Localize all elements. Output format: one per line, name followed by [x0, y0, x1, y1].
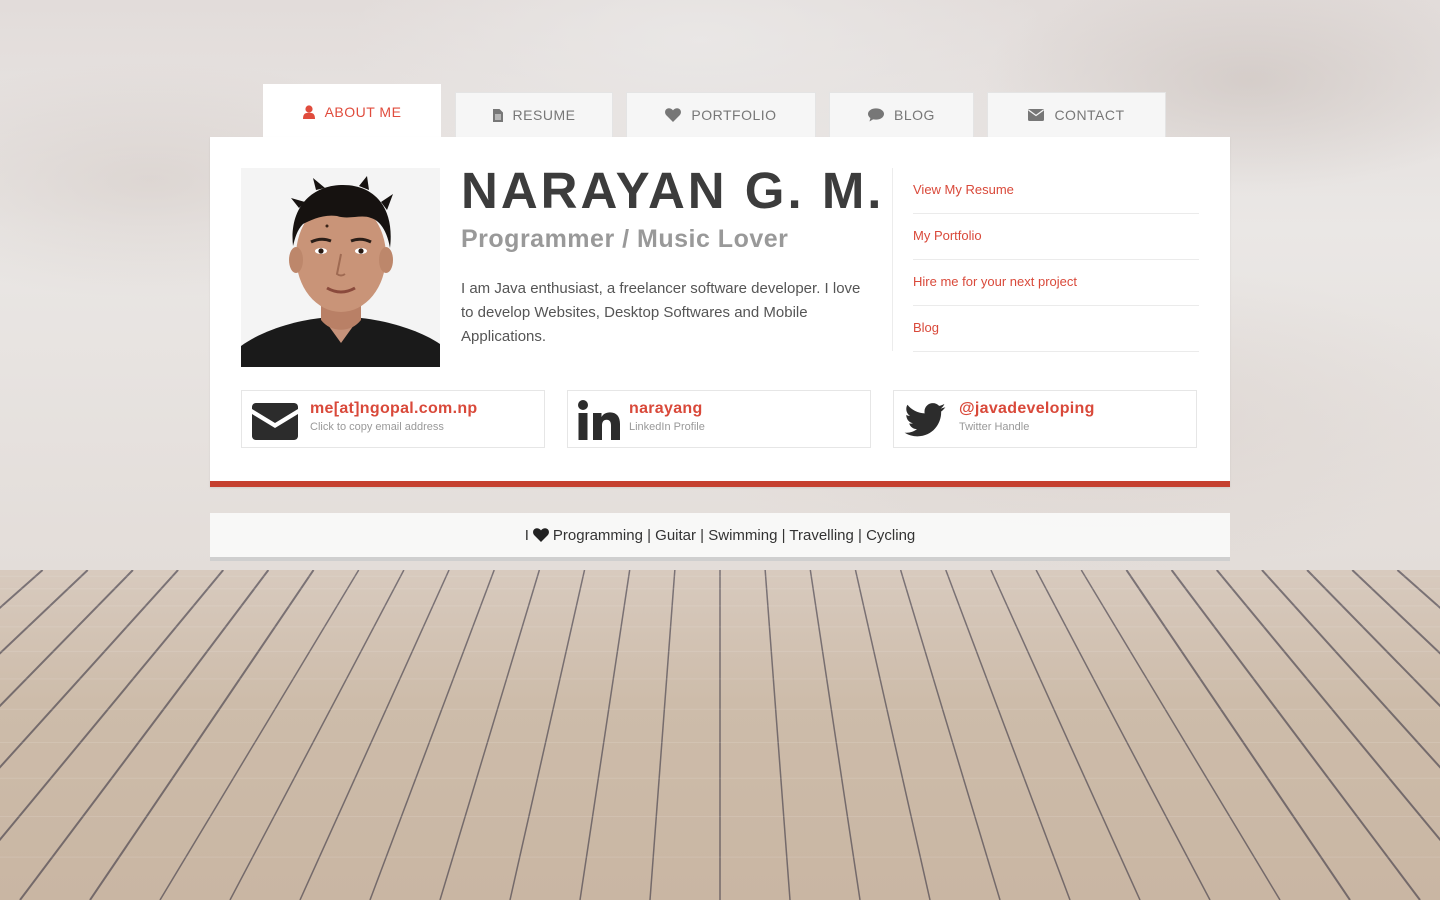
envelope-icon [252, 403, 298, 440]
heart-icon [665, 108, 682, 122]
linkedin-icon [578, 400, 620, 440]
about-card: NARAYAN G. M. Programmer / Music Lover I… [210, 137, 1230, 487]
linkedin-caption: LinkedIn Profile [629, 421, 705, 433]
tab-blog[interactable]: Blog [829, 92, 974, 137]
tab-label: Blog [894, 107, 935, 123]
link-portfolio[interactable]: My Portfolio [913, 214, 1199, 260]
email-card[interactable]: me[at]ngopal.com.np Click to copy email … [241, 390, 545, 448]
file-icon [492, 108, 503, 122]
user-icon [302, 105, 315, 119]
profile-bio: I am Java enthusiast, a freelancer softw… [461, 280, 861, 345]
heart-icon [532, 528, 549, 542]
tab-label: Resume [512, 107, 576, 123]
twitter-card[interactable]: @javadeveloping Twitter Handle [893, 390, 1197, 448]
floor-background [0, 570, 1440, 900]
tab-label: About Me [324, 104, 402, 120]
tab-label: Contact [1054, 107, 1125, 123]
tab-bar: About Me Resume Portfolio Blog Contact [0, 0, 1440, 140]
profile-photo [241, 168, 440, 367]
linkedin-handle: narayang [629, 400, 703, 417]
interests-bar: I Programming | Guitar | Swimming | Trav… [210, 513, 1230, 561]
link-blog[interactable]: Blog [913, 306, 1199, 352]
twitter-caption: Twitter Handle [959, 421, 1030, 433]
twitter-icon [904, 403, 946, 437]
profile-name: NARAYAN G. M. [461, 162, 885, 219]
tab-portfolio[interactable]: Portfolio [626, 92, 816, 137]
divider [892, 168, 893, 351]
interests-text: Programming | Guitar | Swimming | Travel… [552, 526, 916, 544]
link-view-resume[interactable]: View My Resume [913, 168, 1199, 214]
tab-resume[interactable]: Resume [455, 92, 613, 137]
twitter-handle: @javadeveloping [959, 400, 1095, 417]
tab-contact[interactable]: Contact [987, 92, 1166, 137]
quick-links: View My Resume My Portfolio Hire me for … [913, 168, 1199, 352]
profile-subtitle: Programmer / Music Lover [461, 225, 789, 253]
link-hire-me[interactable]: Hire me for your next project [913, 260, 1199, 306]
email-caption: Click to copy email address [310, 421, 444, 433]
tab-about-me[interactable]: About Me [263, 84, 441, 139]
interests-prefix: I [524, 526, 529, 544]
comment-icon [868, 108, 885, 122]
email-address: me[at]ngopal.com.np [310, 400, 478, 417]
envelope-icon [1028, 109, 1045, 121]
linkedin-card[interactable]: narayang LinkedIn Profile [567, 390, 871, 448]
tab-label: Portfolio [691, 107, 777, 123]
